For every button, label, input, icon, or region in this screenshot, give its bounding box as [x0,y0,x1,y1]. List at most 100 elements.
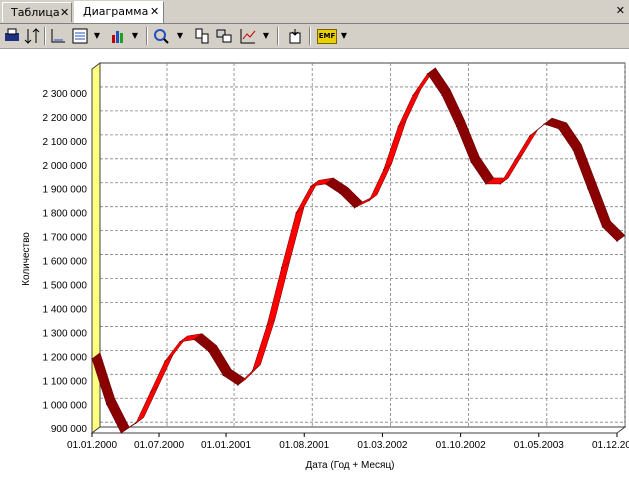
series-segment [237,364,261,386]
series-segment [470,156,495,185]
chart-type-icon[interactable] [109,27,127,45]
data-point [587,188,589,190]
data-point [368,200,370,202]
series-segment [456,120,480,163]
x-axis-label: Дата (Год + Месяц) [305,460,394,471]
data-point [383,168,385,171]
sort-icon[interactable] [23,27,41,45]
chevron-down-icon[interactable]: ▼ [340,27,348,45]
y-tick-label: 1 300 000 [43,328,88,339]
print-icon[interactable] [3,27,21,45]
data-point [543,123,545,125]
data-point [237,384,239,386]
copy-icon[interactable] [193,27,211,45]
series-segment [398,89,422,127]
toolbar-separator [146,27,148,45]
y-tick-label: 1 600 000 [43,257,88,268]
y-tick-label: 2 200 000 [43,113,88,124]
data-point [455,125,458,128]
series-segment [251,318,276,372]
data-point [149,391,151,393]
plot-back-wall [99,62,626,428]
export-icon[interactable] [286,27,304,45]
series-segment [368,163,392,201]
data-point [426,73,429,75]
y-axis-label: Количество [21,232,32,286]
data-point [295,212,297,214]
line-chart-icon[interactable] [239,27,257,45]
data-point [266,324,268,326]
series-segment [266,261,290,326]
data-point [572,149,574,152]
data-point [91,358,93,360]
chevron-down-icon[interactable]: ▼ [93,27,101,45]
floor [90,426,627,434]
data-point [339,192,341,195]
y-tick-label: 1 100 000 [43,376,88,387]
y-tick-label: 1 000 000 [43,400,88,411]
tab-table[interactable]: Таблица ✕ [2,2,72,22]
toolbar-separator [277,27,279,45]
close-all-icon[interactable]: ✕ [616,4,625,17]
series-segment [558,122,582,151]
series-segment [383,119,407,171]
data-point [485,183,487,185]
chevron-down-icon[interactable]: ▼ [131,27,139,45]
toolbar-separator [44,27,46,45]
data-point [441,94,443,96]
toolbar-separator [309,27,311,45]
data-point [514,159,516,161]
data-point [397,125,399,128]
chevron-down-icon[interactable]: ▼ [262,27,270,45]
chevron-down-icon[interactable]: ▼ [176,27,184,45]
tab-chart[interactable]: Диаграмма ✕ [74,1,164,23]
data-point [105,403,108,405]
data-point [601,226,604,228]
data-point [178,341,181,343]
y-tick-label: 1 400 000 [43,304,88,315]
data-point [616,240,618,243]
x-tick-label: 01.03.2002 [357,440,407,451]
y-tick-label: 1 900 000 [43,185,88,196]
series-segment [572,144,597,190]
legend-icon[interactable] [71,27,89,45]
data-point [120,432,122,434]
x-tick-label: 01.07.2000 [134,440,184,451]
x-tick-label: 01.01.2000 [67,440,117,451]
y-tick-label: 1 200 000 [43,352,88,363]
data-point [528,135,531,137]
data-point [412,94,414,96]
data-point [135,422,137,425]
series-segment [587,182,611,228]
x-tick-label: 01.05.2003 [514,440,564,451]
x-tick-label: 01.08.2001 [279,440,329,451]
close-icon[interactable]: ✕ [60,3,69,23]
close-icon[interactable]: ✕ [150,2,159,22]
zoom-icon[interactable] [152,27,170,45]
y-tick-label: 1 700 000 [43,233,88,244]
data-point [470,161,472,163]
chart: 900 000 1 000 000 1 100 000 1 200 000 1 300 … [21,62,629,471]
axis-icon[interactable] [49,27,67,45]
y-tick-label: 2 300 000 [43,89,88,100]
data-point [280,267,283,269]
tab-chart-label: Диаграмма [83,5,149,18]
x-tick-label: 01.01.2001 [201,440,251,451]
data-point [164,360,166,362]
series-segment [441,88,465,127]
data-point [558,128,560,130]
data-point [324,183,326,185]
data-point [353,207,356,209]
series-segment [281,206,305,269]
y-tick-label: 900 000 [51,424,88,435]
y-tick-label: 1 500 000 [43,281,88,292]
series-segment [150,354,174,393]
series-segment [427,67,451,96]
toolbar: ▼ ▼ ▼ ▼ EMF ▼ [0,24,629,49]
y-tick-label: 1 800 000 [43,209,88,220]
series-segment [135,386,159,424]
x-tick-label: 01.10.2002 [436,440,486,451]
emf-icon[interactable]: EMF [317,29,337,44]
transfer-icon[interactable] [215,27,233,45]
data-point [499,183,501,185]
